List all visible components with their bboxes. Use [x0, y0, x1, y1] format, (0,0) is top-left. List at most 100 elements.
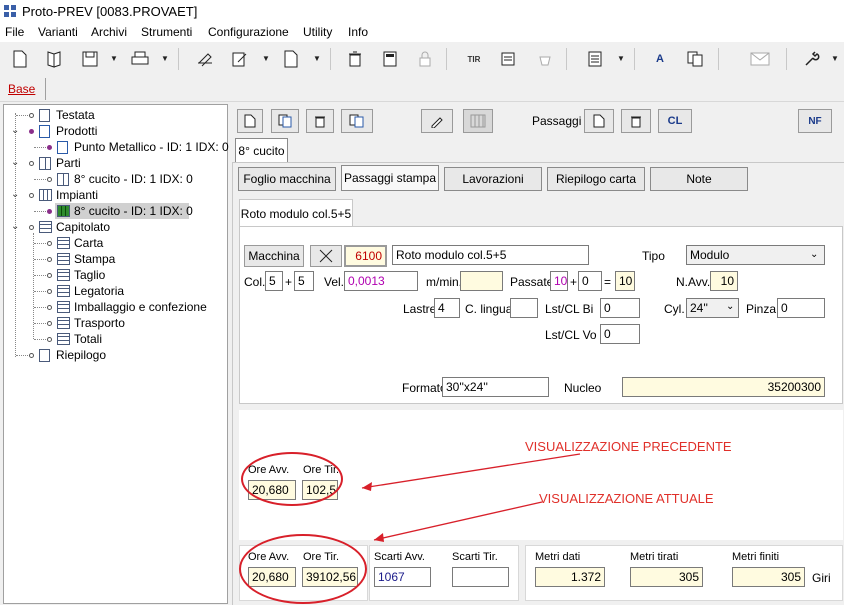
tree-line [16, 115, 30, 116]
calculator-icon[interactable] [378, 48, 402, 70]
tree-item-capitolato[interactable]: Capitolato [56, 219, 110, 235]
tree-node-bullet [47, 305, 52, 310]
menu-varianti[interactable]: Varianti [38, 25, 78, 39]
toolbar-separator [178, 48, 179, 70]
table-icon [57, 301, 70, 313]
print-dropdown-icon[interactable]: ▼ [161, 54, 169, 63]
tree-panel: Testata ⌄ Prodotti Punto Metallico - ID:… [3, 104, 229, 604]
book-icon [39, 157, 51, 170]
open-book-icon[interactable] [42, 48, 66, 70]
tree-line [34, 339, 48, 340]
tree-item-punto-metallico[interactable]: Punto Metallico - ID: 1 IDX: 0 [74, 139, 229, 155]
tree-item-imballaggio[interactable]: Imballaggio e confezione [74, 299, 207, 315]
metri-tirati-label: Metri tirati [630, 551, 679, 563]
menu-utility[interactable]: Utility [303, 25, 332, 39]
menu-archivi[interactable]: Archivi [91, 25, 127, 39]
tree-line [34, 275, 48, 276]
menu-file[interactable]: File [5, 25, 24, 39]
stack-dropdown-icon[interactable]: ▼ [617, 54, 625, 63]
product-icon [57, 141, 68, 154]
tab-base[interactable]: Base [8, 82, 35, 96]
menu-strumenti[interactable]: Strumenti [141, 25, 192, 39]
edit-note-icon[interactable] [228, 48, 252, 70]
tree-item-parti[interactable]: Parti [56, 155, 81, 171]
copy-icon[interactable] [683, 48, 707, 70]
tree-item-trasporto[interactable]: Trasporto [74, 315, 125, 331]
document-a-icon[interactable]: A [648, 48, 672, 70]
metri-dati-field: 1.372 [535, 567, 605, 587]
tree-line [34, 291, 48, 292]
base-tab-bar: Base [0, 76, 844, 102]
book-icon [57, 173, 69, 186]
tree-node-bullet [47, 289, 52, 294]
toolbar-separator [446, 48, 447, 70]
tree-node-bullet [47, 321, 52, 326]
tree-item-impianto-cucito[interactable]: 8° cucito - ID: 1 IDX: 0 [74, 203, 193, 219]
lock-icon[interactable] [413, 48, 437, 70]
table-icon [57, 285, 70, 297]
menu-configurazione[interactable]: Configurazione [208, 25, 289, 39]
table-icon [57, 269, 70, 281]
metri-dati-label: Metri dati [535, 551, 581, 563]
document-dropdown-icon[interactable]: ▼ [313, 54, 321, 63]
tree-item-totali[interactable]: Totali [74, 331, 102, 347]
tree-item-parte-cucito[interactable]: 8° cucito - ID: 1 IDX: 0 [74, 171, 193, 187]
stack-icon[interactable] [583, 48, 607, 70]
tree-item-riepilogo[interactable]: Riepilogo [56, 347, 106, 363]
menu-bar: File Varianti Archivi Strumenti Configur… [0, 22, 844, 42]
scarti-tir-label: Scarti Tir. [452, 551, 498, 563]
chevron-down-icon[interactable]: ⌄ [11, 221, 19, 232]
main-toolbar: ▼ ▼ ▼ ▼ TIR ▼ A ▼ [0, 42, 844, 76]
metri-tirati-field: 305 [630, 567, 703, 587]
save-dropdown-icon[interactable]: ▼ [110, 54, 118, 63]
highlight-oval-current [239, 534, 367, 604]
tree-item-carta[interactable]: Carta [74, 235, 103, 251]
highlight-oval-previous [241, 452, 343, 506]
tree-line [34, 179, 48, 180]
wrench-icon[interactable] [800, 48, 824, 70]
tree-item-legatoria[interactable]: Legatoria [74, 283, 124, 299]
edit-hand-icon[interactable] [193, 48, 217, 70]
tree-item-impianti[interactable]: Impianti [56, 187, 98, 203]
tree-item-testata[interactable]: Testata [56, 107, 95, 123]
tree-node-bullet [47, 209, 52, 214]
tree-line [34, 147, 48, 148]
menu-info[interactable]: Info [348, 25, 368, 39]
chevron-down-icon[interactable]: ⌄ [11, 157, 19, 168]
toolbar-separator [786, 48, 787, 70]
tree-line [34, 323, 48, 324]
tree-item-taglio[interactable]: Taglio [74, 267, 105, 283]
tree-node-bullet [47, 273, 52, 278]
tree-item-prodotti[interactable]: Prodotti [56, 123, 97, 139]
tir-icon[interactable]: TIR [462, 48, 486, 70]
scarti-avv-label: Scarti Avv. [374, 551, 425, 563]
detail-panel: Passaggi CL NF 8° cucito Foglio macchina… [230, 104, 844, 605]
trash-icon[interactable] [343, 48, 367, 70]
tree-item-stampa[interactable]: Stampa [74, 251, 115, 267]
giri-label: Giri [812, 571, 831, 585]
app-icon [4, 5, 16, 17]
wrench-dropdown-icon[interactable]: ▼ [831, 54, 839, 63]
toolbar-separator [566, 48, 567, 70]
document-icon[interactable] [279, 48, 303, 70]
edit-dropdown-icon[interactable]: ▼ [262, 54, 270, 63]
lock-key-icon[interactable] [533, 48, 557, 70]
chevron-down-icon[interactable]: ⌄ [11, 189, 19, 200]
mail-icon[interactable] [748, 48, 772, 70]
plant-grid-icon [39, 189, 52, 201]
scarti-tir-field[interactable] [452, 567, 509, 587]
window-title: Proto-PREV [0083.PROVAET] [22, 4, 198, 19]
scarti-avv-field[interactable]: 1067 [374, 567, 431, 587]
print-icon[interactable] [128, 48, 152, 70]
new-document-icon[interactable] [8, 48, 32, 70]
table-icon [57, 333, 70, 345]
save-icon[interactable] [78, 48, 102, 70]
tree-node-bullet [47, 257, 52, 262]
tree-line [16, 355, 30, 356]
toolbar-separator [718, 48, 719, 70]
tree-line [34, 243, 48, 244]
tree-node-bullet [47, 177, 52, 182]
tab-divider [45, 78, 46, 100]
calendar-icon[interactable] [497, 48, 521, 70]
chevron-down-icon[interactable]: ⌄ [11, 125, 19, 136]
